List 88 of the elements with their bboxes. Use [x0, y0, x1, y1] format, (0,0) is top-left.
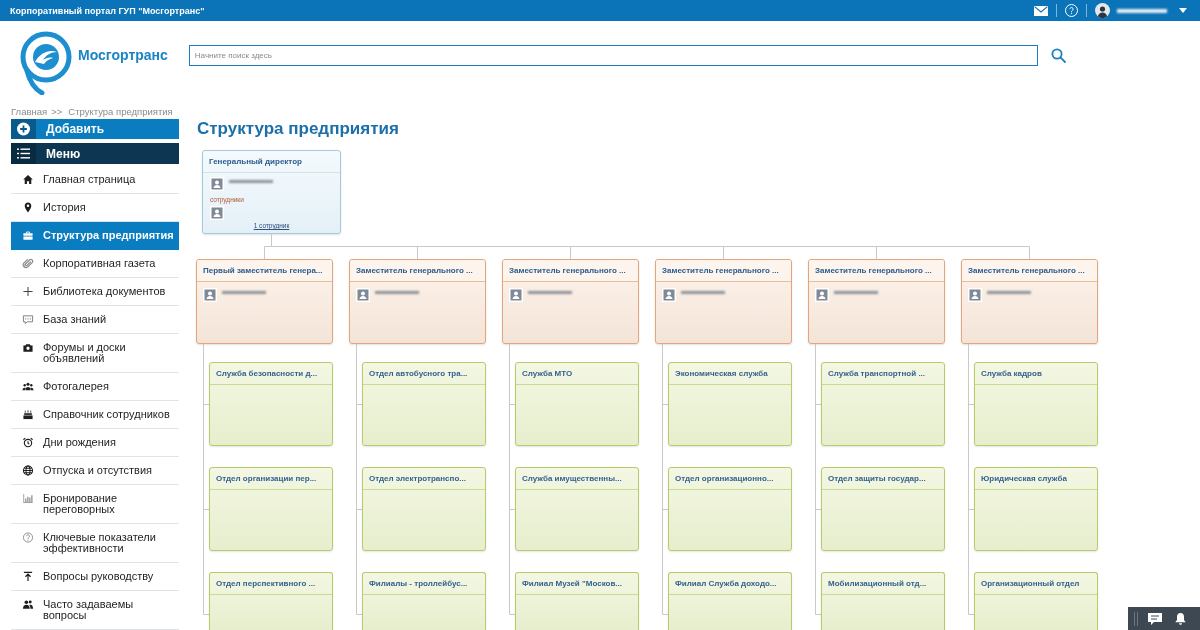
menu-icon: [11, 143, 36, 164]
card-title: Отдел организации пер...: [216, 474, 317, 483]
sidebar-item[interactable]: Фотогалерея: [11, 373, 179, 401]
sidebar-item[interactable]: Главная страница: [11, 166, 179, 194]
avatar-icon: [815, 288, 829, 302]
search-icon[interactable]: [1050, 48, 1066, 63]
search-field[interactable]: Начните поиск здесь: [188, 45, 1038, 66]
avatar-icon: [210, 206, 224, 220]
users-icon: [22, 599, 34, 610]
card-title: Первый заместитель генера...: [203, 266, 323, 275]
card-title: Филиал Служба доходо...: [675, 579, 777, 588]
card-title: Филиал Музей "Москов...: [522, 579, 623, 588]
card-title: Служба кадров: [981, 369, 1042, 378]
card-title: Организационный отдел: [981, 579, 1080, 588]
sidebar-item[interactable]: Форумы и доски объявлений: [11, 334, 179, 373]
card-title: Служба транспортной ...: [828, 369, 926, 378]
plus-icon: [22, 286, 34, 297]
breadcrumb-separator: >>: [51, 105, 63, 117]
avatar-icon: [210, 177, 224, 191]
map-pin-icon: [22, 202, 34, 213]
redacted-name: [229, 180, 273, 183]
sidebar-item[interactable]: Справочник сотрудников: [11, 401, 179, 429]
grip-icon: [1134, 611, 1138, 626]
redacted-name: [528, 291, 572, 294]
alarm-clock-icon: [22, 437, 34, 448]
card-title: Заместитель генерального ...: [356, 266, 473, 275]
upload-icon: [22, 571, 34, 582]
redacted-name: [681, 291, 725, 294]
sidebar-item[interactable]: База знаний: [11, 306, 179, 334]
help-icon: [22, 532, 34, 543]
logo-text: Мосгортранс: [78, 47, 168, 63]
redacted-name: [375, 291, 419, 294]
portal-title: Корпоративный портал ГУП "Мосгортранс": [10, 5, 206, 16]
sidebar-item[interactable]: Отпуска и отсутствия: [11, 457, 179, 485]
avatar-icon: [509, 288, 523, 302]
redacted-name: [834, 291, 878, 294]
card-title: Филиалы - троллейбус...: [369, 579, 468, 588]
people-group-icon: [22, 381, 34, 392]
card-title: Заместитель генерального ...: [815, 266, 932, 275]
card-title: Отдел автобусного тра...: [369, 369, 468, 378]
card-title: Заместитель генерального ...: [968, 266, 1085, 275]
card-title: Служба МТО: [522, 369, 573, 378]
breadcrumb-current: Структура предприятия: [68, 105, 173, 117]
sidebar-item[interactable]: Бронирование переговорных: [11, 485, 179, 524]
card-title: Юридическая служба: [981, 474, 1067, 483]
card-title: Заместитель генерального ...: [662, 266, 779, 275]
bell-icon[interactable]: [1175, 612, 1186, 625]
sidebar-item[interactable]: Часто задаваемы вопросы: [11, 591, 179, 630]
cake-icon: [22, 409, 34, 420]
card-title: Заместитель генерального ...: [509, 266, 626, 275]
avatar-icon: [203, 288, 217, 302]
page-title: Структура предприятия: [197, 119, 399, 139]
caret-icon[interactable]: [1179, 8, 1187, 13]
briefcase-icon: [22, 230, 34, 241]
card-title: Отдел защиты государ...: [828, 474, 926, 483]
camera-icon: [22, 342, 34, 353]
card-title: Служба имущественны...: [522, 474, 622, 483]
card-title: Генеральный директор: [209, 157, 302, 166]
sidebar-item[interactable]: Дни рождения: [11, 429, 179, 457]
card-title: Отдел перспективного ...: [216, 579, 316, 588]
avatar-icon: [662, 288, 676, 302]
speech-bubble-icon: [22, 314, 34, 325]
globe-icon: [22, 465, 34, 476]
breadcrumb-link[interactable]: Главная: [11, 105, 48, 117]
mail-icon[interactable]: [1034, 5, 1048, 16]
user-avatar-icon[interactable]: [1095, 3, 1110, 18]
card-title: Отдел электротранспо...: [369, 474, 466, 483]
sidebar-item[interactable]: Структура предприятия: [11, 222, 179, 250]
menu-button[interactable]: Меню: [11, 143, 179, 164]
help-icon[interactable]: [1065, 4, 1078, 17]
chat-icon[interactable]: [1148, 612, 1162, 625]
redacted-name: [222, 291, 266, 294]
sidebar-item[interactable]: Библиотека документов: [11, 278, 179, 306]
avatar-icon: [968, 288, 982, 302]
card-title: Служба безопасности д...: [216, 369, 318, 378]
add-button[interactable]: Добавить: [11, 119, 179, 139]
sidebar-item[interactable]: Ключевые показатели эффективности: [11, 524, 179, 563]
card-title: Мобилизационный отд...: [828, 579, 927, 588]
sidebar-item[interactable]: Вопросы руководству: [11, 563, 179, 591]
sidebar-item[interactable]: Корпоративная газета: [11, 250, 179, 278]
redacted-name: [1117, 8, 1167, 13]
paperclip-icon: [22, 258, 34, 269]
home-icon: [22, 174, 34, 185]
bar-chart-icon: [22, 493, 34, 504]
card-title: Экономическая служба: [675, 369, 768, 378]
card-title: Отдел организационно...: [675, 474, 774, 483]
avatar-icon: [356, 288, 370, 302]
redacted-name: [987, 291, 1031, 294]
